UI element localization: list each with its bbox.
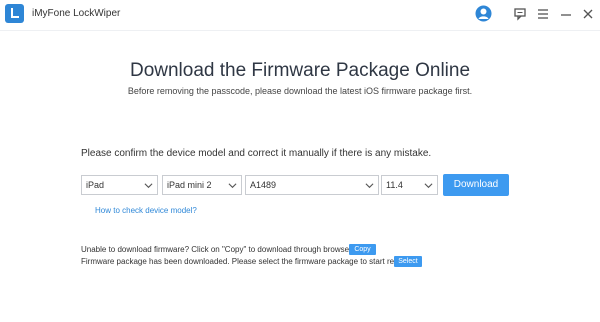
device-type-value: iPad (86, 180, 105, 190)
check-device-model-link[interactable]: How to check device model? (95, 206, 197, 215)
chevron-down-icon (228, 183, 237, 189)
feedback-icon[interactable] (512, 6, 528, 22)
page-title: Download the Firmware Package Online (129, 60, 471, 81)
menu-icon[interactable] (535, 6, 551, 22)
close-icon[interactable] (580, 6, 596, 22)
model-code-value: A1489 (250, 180, 277, 190)
lockwiper-logo-icon (5, 4, 24, 23)
download-fail-note: Unable to download firmware? Click on "C… (81, 245, 354, 254)
minimize-icon[interactable] (558, 6, 574, 22)
copy-button[interactable]: Copy (349, 244, 376, 255)
page-subtitle: Before removing the passcode, please dow… (127, 86, 473, 96)
device-model-value: iPad mini 2 (167, 180, 212, 190)
select-button[interactable]: Select (394, 256, 422, 267)
user-avatar-icon[interactable] (475, 5, 492, 22)
chevron-down-icon (365, 183, 374, 189)
device-model-select[interactable]: iPad mini 2 (162, 175, 242, 195)
downloaded-note: Firmware package has been downloaded. Pl… (81, 257, 410, 266)
title-bar: iMyFone LockWiper (0, 0, 600, 31)
ios-version-select[interactable]: 11.4 (381, 175, 438, 195)
chevron-down-icon (424, 183, 433, 189)
app-title: iMyFone LockWiper (32, 8, 121, 19)
download-button[interactable]: Download (443, 174, 509, 196)
device-type-select[interactable]: iPad (81, 175, 158, 195)
model-code-select[interactable]: A1489 (245, 175, 379, 195)
ios-version-value: 11.4 (386, 180, 403, 190)
confirm-instruction: Please confirm the device model and corr… (81, 148, 432, 159)
chevron-down-icon (144, 183, 153, 189)
